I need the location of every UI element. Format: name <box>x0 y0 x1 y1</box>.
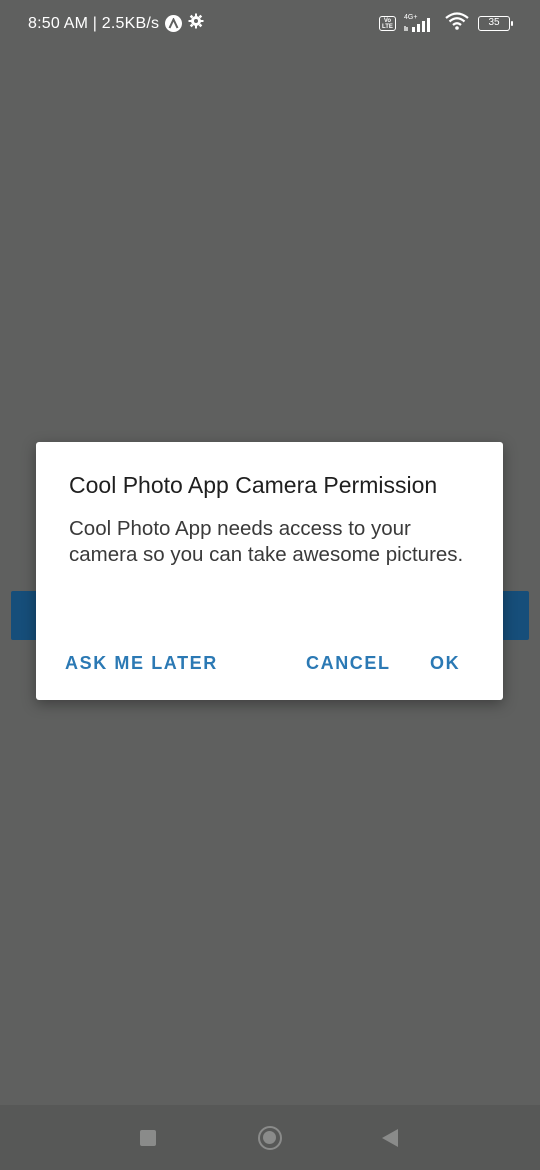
signal-icon: 4G+ <box>402 14 438 33</box>
dialog-message: Cool Photo App needs access to your came… <box>69 517 464 566</box>
battery-icon: 35 <box>478 16 513 31</box>
status-right: Vo LTE 4G+ 35 <box>379 12 513 35</box>
dialog-title: Cool Photo App Camera Permission <box>69 472 438 498</box>
screen: 8:50 AM | 2.5KB/s Vo LTE 4G+ 35 Cool Pho… <box>0 0 540 1170</box>
ask-me-later-button[interactable]: ASK ME LATER <box>65 648 218 678</box>
back-icon[interactable] <box>382 1129 398 1147</box>
ok-button[interactable]: OK <box>430 648 460 678</box>
status-bar: 8:50 AM | 2.5KB/s Vo LTE 4G+ 35 <box>0 0 540 46</box>
cancel-button[interactable]: CANCEL <box>306 648 391 678</box>
battery-level: 35 <box>488 17 500 28</box>
volte-icon: Vo LTE <box>379 16 396 31</box>
navigation-bar <box>0 1105 540 1170</box>
recents-icon[interactable] <box>140 1130 156 1146</box>
gear-icon <box>188 13 204 34</box>
permission-dialog: Cool Photo App Camera Permission Cool Ph… <box>36 442 503 700</box>
status-time: 8:50 AM | 2.5KB/s <box>28 14 160 32</box>
status-left: 8:50 AM | 2.5KB/s <box>28 13 204 34</box>
a-icon <box>165 15 183 32</box>
wifi-icon <box>444 12 470 35</box>
home-icon[interactable] <box>258 1126 282 1150</box>
